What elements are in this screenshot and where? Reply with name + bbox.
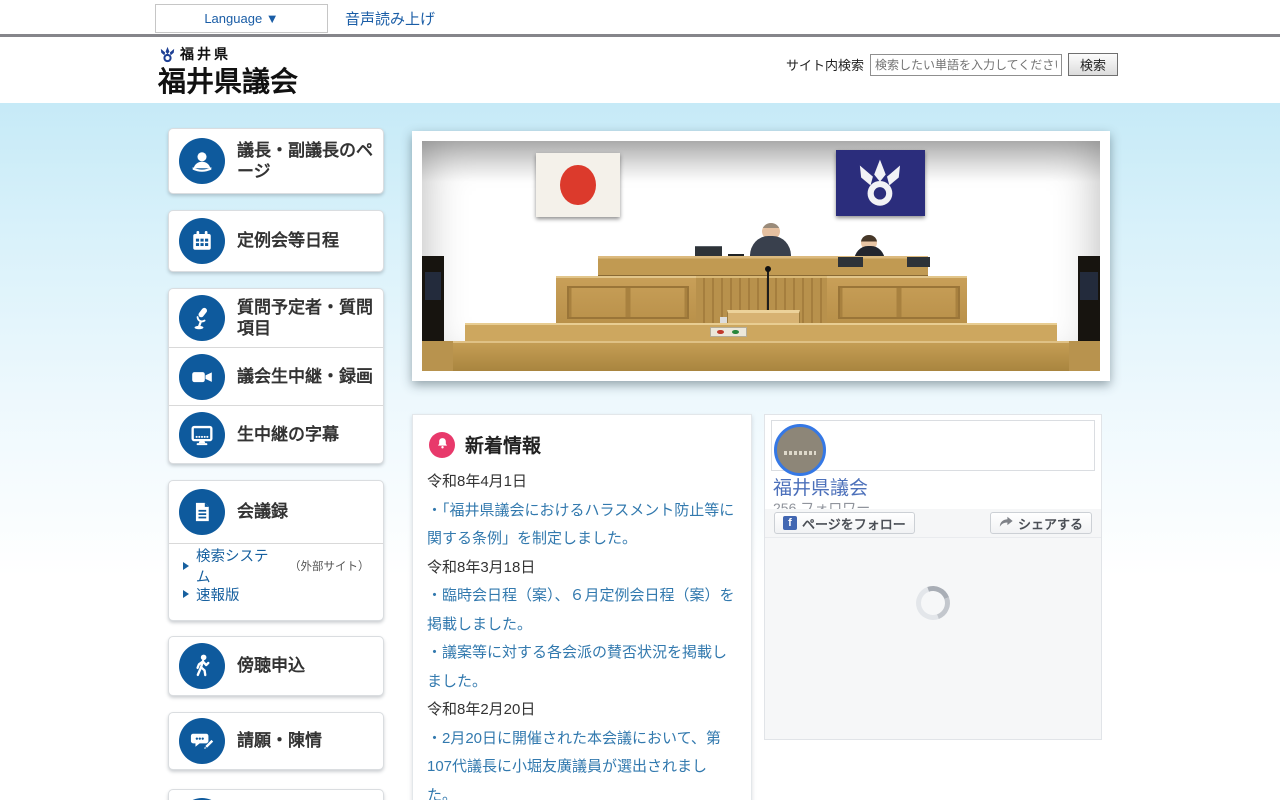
search-button[interactable]: 検索 [1068, 53, 1118, 76]
sidebar-item-schedule[interactable]: 定例会等日程 [168, 210, 384, 272]
walking-person-icon [179, 643, 225, 689]
chairman-figure-body [750, 236, 791, 258]
assembly-photo-card [412, 131, 1110, 381]
caption-monitor-icon [179, 412, 225, 458]
video-camera-icon [179, 354, 225, 400]
left-desk-corner [422, 341, 453, 371]
floor-step [422, 341, 1100, 371]
microphone-icon [179, 295, 225, 341]
sidebar-item-captions[interactable]: 生中継の字幕 [169, 405, 383, 463]
right-desk-block [827, 276, 967, 323]
language-dropdown-label: Language ▼ [204, 11, 278, 26]
sidebar-item-label: 議会生中継・録画 [237, 366, 373, 387]
news-link[interactable]: ・「福井県議会におけるハラスメント防止等に関する条例」を制定しました。 [427, 497, 737, 554]
sidebar-item-live[interactable]: 議会生中継・録画 [169, 347, 383, 405]
right-desk-corner [1069, 341, 1100, 371]
sidebar-item-label: 生中継の字幕 [237, 424, 339, 445]
sidebar-item-minutes[interactable]: 会議録 [169, 481, 383, 543]
news-section: 新着情報 令和8年4月1日 ・「福井県議会におけるハラスメント防止等に関する条例… [412, 414, 752, 800]
facebook-logo-icon: f [783, 516, 797, 530]
chevron-right-icon [183, 562, 189, 570]
news-link[interactable]: ・臨時会日程（案）、６月定例会日程（案）を掲載しました。 [427, 582, 737, 639]
search-label: サイト内検索 [786, 55, 864, 74]
japan-flag [536, 153, 620, 217]
red-light [717, 330, 723, 334]
share-button-label: シェアする [1018, 514, 1083, 533]
left-desk-block [556, 276, 696, 323]
fukui-flag [836, 150, 925, 216]
facebook-feed-loading [765, 537, 1101, 739]
sidebar-item-label: 議長・副議長のページ [237, 140, 373, 183]
photo-shading [422, 141, 1100, 182]
assembly-photo [422, 141, 1100, 371]
site-search: サイト内検索 検索 [786, 53, 1118, 76]
news-link[interactable]: ・議案等に対する各会派の賛否状況を掲載しました。 [427, 639, 737, 696]
news-link[interactable]: ・2月20日に開催された本会議において、第107代議長に小堀友廣議員が選出されま… [427, 725, 737, 800]
facebook-action-bar: f ページをフォロー シェアする [765, 509, 1101, 537]
sidebar-item-label: 請願・陳情 [237, 730, 322, 751]
site-title[interactable]: 福井県議会 [158, 60, 298, 100]
desk-equipment [907, 257, 930, 267]
sidebar-group-session: 質問予定者・質問項目 議会生中継・録画 [168, 288, 384, 464]
platform-step [465, 323, 1056, 342]
chairman-desk [598, 256, 928, 276]
laptop [838, 257, 863, 267]
share-arrow-icon [999, 516, 1013, 531]
external-site-note: （外部サイト） [289, 558, 369, 574]
page: Language ▼ 音声読み上げ 福井県 福井県議会 サイト内検索 検索 [0, 0, 1280, 800]
language-dropdown[interactable]: Language ▼ [155, 4, 328, 33]
sidebar-link-minutes-search[interactable]: 検索システム （外部サイト） [183, 552, 369, 580]
tts-link[interactable]: 音声読み上げ [345, 8, 435, 29]
loading-spinner-icon [910, 580, 955, 625]
facebook-share-button[interactable]: シェアする [990, 512, 1092, 534]
fukui-flag-emblem-icon [854, 157, 906, 208]
sidebar-item-partial[interactable] [168, 789, 384, 800]
news-date: 令和8年2月20日 [427, 696, 737, 725]
bell-icon [429, 432, 455, 458]
news-title: 新着情報 [465, 431, 541, 458]
japan-flag-disc [560, 165, 595, 205]
indicator-lights [710, 327, 747, 337]
link-label: 検索システム [196, 545, 282, 587]
sidebar-item-chair-page[interactable]: 議長・副議長のページ [168, 128, 384, 194]
sidebar-item-petition[interactable]: 請願・陳情 [168, 712, 384, 770]
user-icon [179, 138, 225, 184]
facebook-avatar[interactable] [774, 424, 826, 476]
sidebar-item-label: 傍聴申込 [237, 655, 305, 676]
news-header: 新着情報 [429, 431, 737, 458]
calendar-icon [179, 218, 225, 264]
left-chair [425, 272, 441, 300]
link-label: 速報版 [196, 584, 240, 605]
microphone-stand [767, 270, 769, 316]
facebook-follow-button[interactable]: f ページをフォロー [774, 512, 915, 534]
search-input[interactable] [870, 54, 1062, 76]
facebook-page-name[interactable]: 福井県議会 [773, 473, 868, 500]
utility-bar: Language ▼ 音声読み上げ [0, 0, 1280, 37]
right-chair [1080, 272, 1098, 300]
news-date: 令和8年3月18日 [427, 554, 737, 583]
sidebar-item-label: 質問予定者・質問項目 [237, 297, 373, 340]
sidebar-item-questions[interactable]: 質問予定者・質問項目 [169, 289, 383, 347]
chevron-right-icon [183, 590, 189, 598]
site-header: 福井県 福井県議会 サイト内検索 検索 [0, 40, 1280, 103]
sidebar-group-minutes: 会議録 検索システム （外部サイト） 速報版 [168, 480, 384, 621]
document-icon [179, 489, 225, 535]
facebook-widget: 福井県議会 256 フォロワー f ページをフォロー シェアする [764, 414, 1102, 740]
follow-button-label: ページをフォロー [802, 514, 906, 533]
sidebar-item-label: 定例会等日程 [237, 230, 339, 251]
news-date: 令和8年4月1日 [427, 468, 737, 497]
green-light [732, 330, 738, 334]
petition-icon [179, 718, 225, 764]
sidebar-item-label: 会議録 [237, 501, 288, 522]
cup [720, 317, 727, 323]
sidebar-item-visit[interactable]: 傍聴申込 [168, 636, 384, 696]
